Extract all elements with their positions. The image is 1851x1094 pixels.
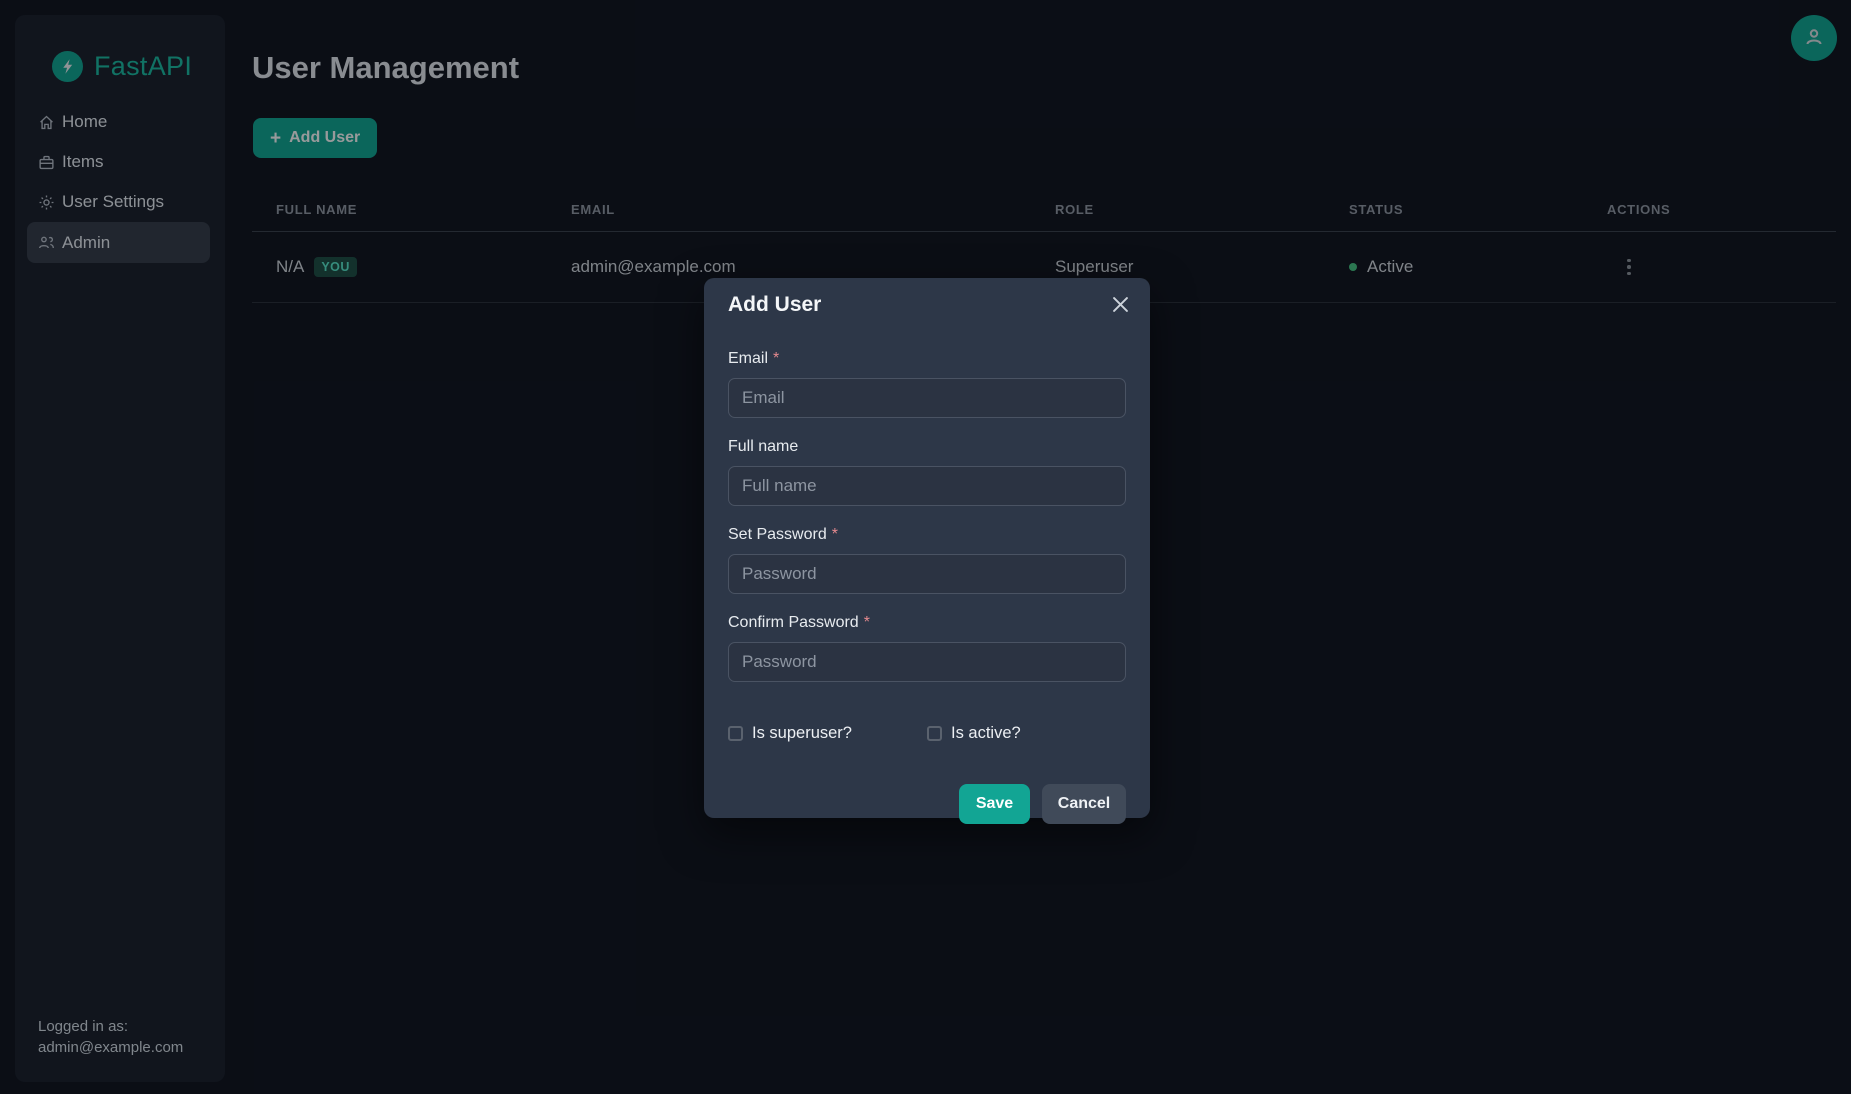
is-superuser-checkbox[interactable]: Is superuser? [728, 724, 927, 743]
is-superuser-label: Is superuser? [752, 724, 852, 743]
is-active-checkbox[interactable]: Is active? [927, 724, 1021, 743]
required-asterisk: * [832, 526, 838, 543]
checkbox-row: Is superuser? Is active? [728, 724, 1126, 743]
add-user-modal: Add User Email* Full name Set Password* … [704, 278, 1150, 818]
save-button[interactable]: Save [959, 784, 1030, 824]
modal-title: Add User [728, 293, 1126, 317]
email-field[interactable] [728, 378, 1126, 418]
email-label-text: Email [728, 350, 768, 367]
checkbox-icon[interactable] [927, 726, 942, 741]
full-name-label: Full name [728, 438, 1126, 456]
email-label: Email * [728, 350, 1126, 368]
set-password-field[interactable] [728, 554, 1126, 594]
confirm-password-label-text: Confirm Password [728, 614, 859, 631]
set-password-label: Set Password * [728, 526, 1126, 544]
set-password-label-text: Set Password [728, 526, 827, 543]
is-active-label: Is active? [951, 724, 1021, 743]
confirm-password-label: Confirm Password * [728, 614, 1126, 632]
close-icon[interactable] [1108, 292, 1132, 316]
required-asterisk: * [773, 350, 779, 367]
full-name-label-text: Full name [728, 438, 798, 455]
modal-actions: Save Cancel [728, 784, 1126, 824]
confirm-password-field[interactable] [728, 642, 1126, 682]
required-asterisk: * [864, 614, 870, 631]
cancel-button[interactable]: Cancel [1042, 784, 1126, 824]
checkbox-icon[interactable] [728, 726, 743, 741]
full-name-field[interactable] [728, 466, 1126, 506]
